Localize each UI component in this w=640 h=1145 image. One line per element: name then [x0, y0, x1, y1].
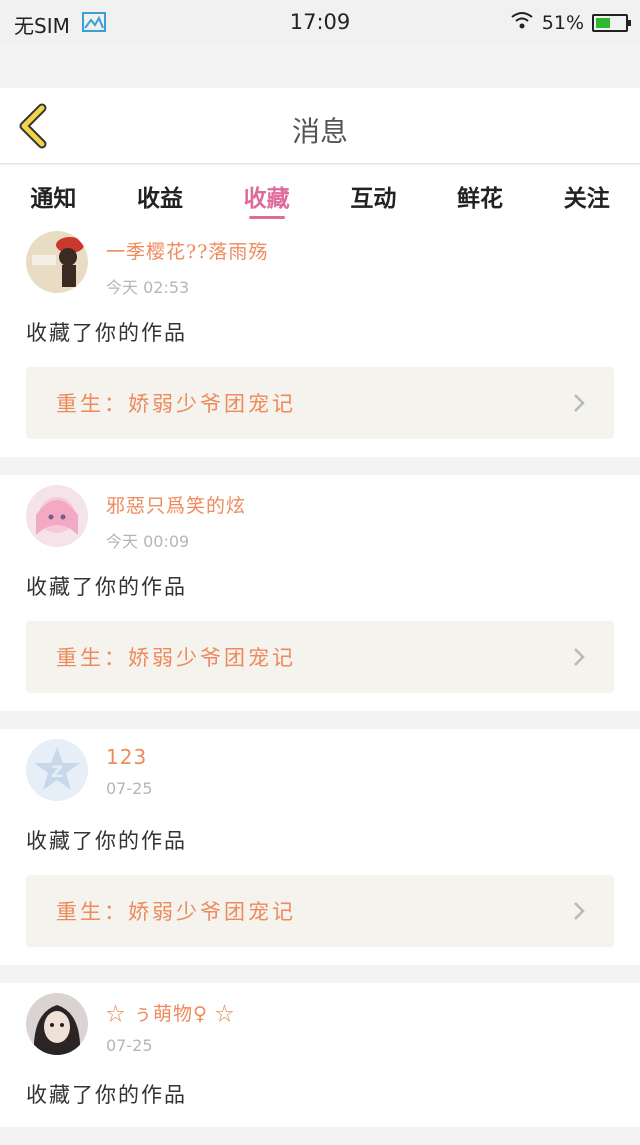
tab-favorites[interactable]: 收藏	[213, 165, 320, 221]
timestamp: 07-25	[106, 1036, 153, 1055]
timestamp: 今天 00:09	[106, 532, 190, 551]
page-title: 消息	[291, 115, 348, 148]
timestamp: 今天 02:53	[106, 278, 190, 297]
message-list: 一季樱花??落雨殇 今天 02:53 收藏了你的作品 重生：娇弱少爷团宠记 邪惡…	[0, 221, 640, 1145]
chevron-right-icon	[574, 648, 585, 666]
page-header: 消息	[0, 88, 640, 164]
tab-follows[interactable]: 关注	[533, 165, 640, 221]
work-link[interactable]: 重生：娇弱少爷团宠记	[26, 875, 614, 947]
avatar[interactable]	[26, 231, 88, 293]
avatar[interactable]: Z	[26, 739, 88, 801]
list-item: 邪惡只爲笑的炫 今天 00:09 收藏了你的作品 重生：娇弱少爷团宠记	[0, 475, 640, 711]
avatar[interactable]	[26, 485, 88, 547]
action-text: 收藏了你的作品	[26, 321, 187, 345]
tab-flowers[interactable]: 鲜花	[427, 165, 534, 221]
action-text: 收藏了你的作品	[26, 1083, 187, 1107]
chevron-right-icon	[574, 394, 585, 412]
action-text: 收藏了你的作品	[26, 829, 187, 853]
svg-text:Z: Z	[51, 762, 63, 781]
username[interactable]: ☆ ぅ萌物♀ ☆	[106, 999, 235, 1026]
status-bar: 无SIM 17:09 51%	[0, 0, 640, 46]
chevron-right-icon	[574, 902, 585, 920]
username[interactable]: 邪惡只爲笑的炫	[106, 491, 246, 518]
tab-notifications[interactable]: 通知	[0, 165, 107, 221]
work-link[interactable]: 重生：娇弱少爷团宠记	[26, 367, 614, 439]
work-title: 重生：娇弱少爷团宠记	[56, 900, 296, 924]
battery-level-fill	[596, 17, 611, 28]
list-item: Z 123 07-25 收藏了你的作品 重生：娇弱少爷团宠记	[0, 729, 640, 965]
tab-earnings[interactable]: 收益	[107, 165, 214, 221]
action-text: 收藏了你的作品	[26, 575, 187, 599]
work-link[interactable]: 重生：娇弱少爷团宠记	[26, 621, 614, 693]
tab-bar: 通知 收益 收藏 互动 鲜花 关注	[0, 165, 640, 221]
username[interactable]: 123	[106, 745, 153, 769]
avatar[interactable]	[26, 993, 88, 1055]
battery-icon	[592, 13, 631, 32]
tab-interactions[interactable]: 互动	[320, 165, 427, 221]
work-title: 重生：娇弱少爷团宠记	[56, 392, 296, 416]
username[interactable]: 一季樱花??落雨殇	[106, 237, 268, 264]
list-item: ☆ ぅ萌物♀ ☆ 07-25 收藏了你的作品	[0, 983, 640, 1127]
battery-percent: 51%	[541, 11, 584, 34]
timestamp: 07-25	[106, 779, 153, 798]
spacer	[0, 46, 640, 88]
wifi-icon	[510, 10, 534, 35]
list-item: 一季樱花??落雨殇 今天 02:53 收藏了你的作品 重生：娇弱少爷团宠记	[0, 221, 640, 457]
work-title: 重生：娇弱少爷团宠记	[56, 646, 296, 670]
